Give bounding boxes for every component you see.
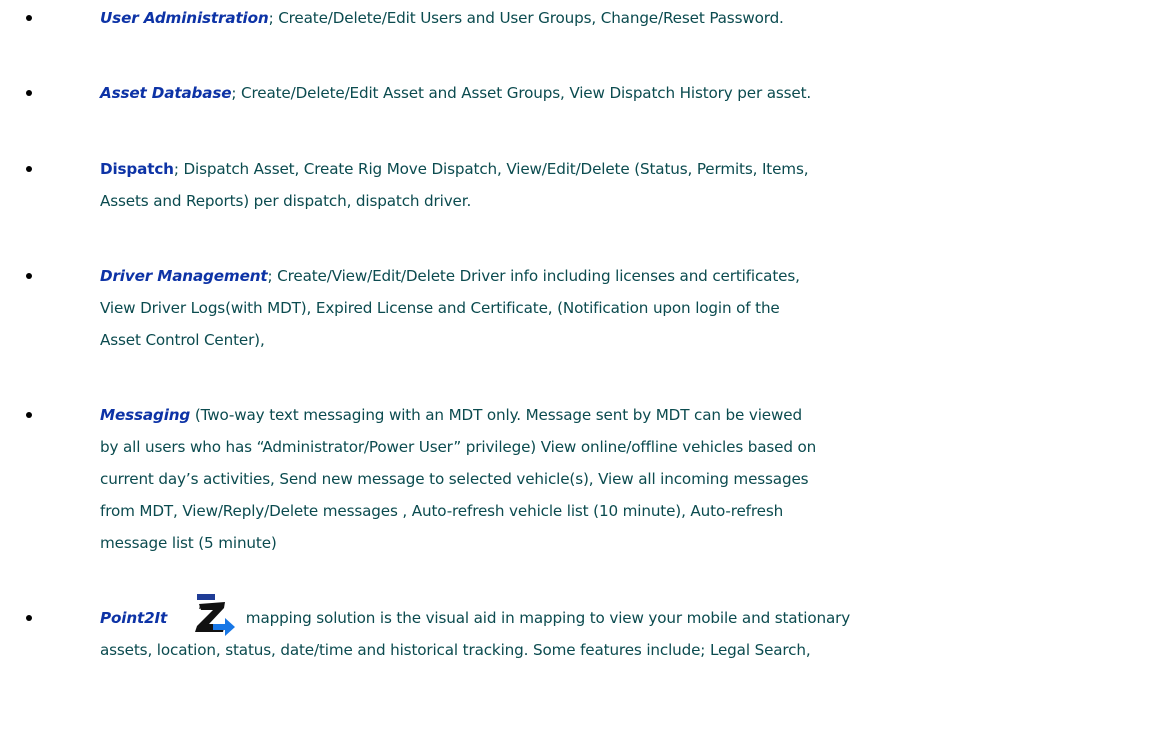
bullet-icon bbox=[26, 260, 34, 292]
item-description-line: (Two-way text messaging with an MDT only… bbox=[190, 406, 802, 424]
bullet-icon bbox=[26, 153, 34, 185]
item-description-line: message list (5 minute) bbox=[100, 534, 277, 552]
list-item-dispatch: Dispatch; Dispatch Asset, Create Rig Mov… bbox=[26, 153, 1150, 217]
term-driver-management: Driver Management bbox=[100, 267, 268, 285]
bullet-icon bbox=[26, 77, 34, 109]
term-user-administration: User Administration bbox=[100, 9, 269, 27]
term-dispatch: Dispatch bbox=[100, 160, 174, 178]
item-description-line: View Driver Logs(with MDT), Expired Lice… bbox=[100, 299, 780, 317]
item-description-line: by all users who has “Administrator/Powe… bbox=[100, 438, 817, 456]
term-point2it: Point2It bbox=[100, 609, 168, 627]
term-asset-database: Asset Database bbox=[100, 84, 232, 102]
list-item-driver-management: Driver Management; Create/View/Edit/Dele… bbox=[26, 260, 1150, 356]
point2it-logo-icon: Point bbox=[189, 594, 239, 636]
list-item-user-administration: User Administration; Create/Delete/Edit … bbox=[26, 2, 1150, 34]
bullet-icon bbox=[26, 2, 34, 34]
item-description-line: current day’s activities, Send new messa… bbox=[100, 470, 809, 488]
bullet-icon bbox=[26, 602, 34, 634]
list-item-messaging: Messaging (Two-way text messaging with a… bbox=[26, 399, 1150, 559]
document-page: User Administration; Create/Delete/Edit … bbox=[0, 0, 1172, 751]
list-item-asset-database: Asset Database; Create/Delete/Edit Asset… bbox=[26, 77, 1150, 109]
list-item-point2it: Point2It Point mapping solution is the vi… bbox=[26, 594, 1150, 666]
item-description: ; Create/Delete/Edit Asset and Asset Gro… bbox=[231, 84, 812, 102]
item-description-line: Assets and Reports) per dispatch, dispat… bbox=[100, 192, 472, 210]
item-description-line: ; Dispatch Asset, Create Rig Move Dispat… bbox=[173, 160, 809, 178]
point2it-arrow-icon bbox=[195, 594, 236, 636]
item-description-line: Asset Control Center), bbox=[100, 331, 265, 349]
item-description: ; Create/Delete/Edit Users and User Grou… bbox=[268, 9, 784, 27]
item-description-line: ; Create/View/Edit/Delete Driver info in… bbox=[267, 267, 800, 285]
item-description-line: assets, location, status, date/time and … bbox=[100, 641, 811, 659]
item-description-line: mapping solution is the visual aid in ma… bbox=[241, 609, 851, 627]
item-description-line: from MDT, View/Reply/Delete messages , A… bbox=[100, 502, 784, 520]
term-messaging: Messaging bbox=[100, 406, 191, 424]
bullet-icon bbox=[26, 399, 34, 431]
